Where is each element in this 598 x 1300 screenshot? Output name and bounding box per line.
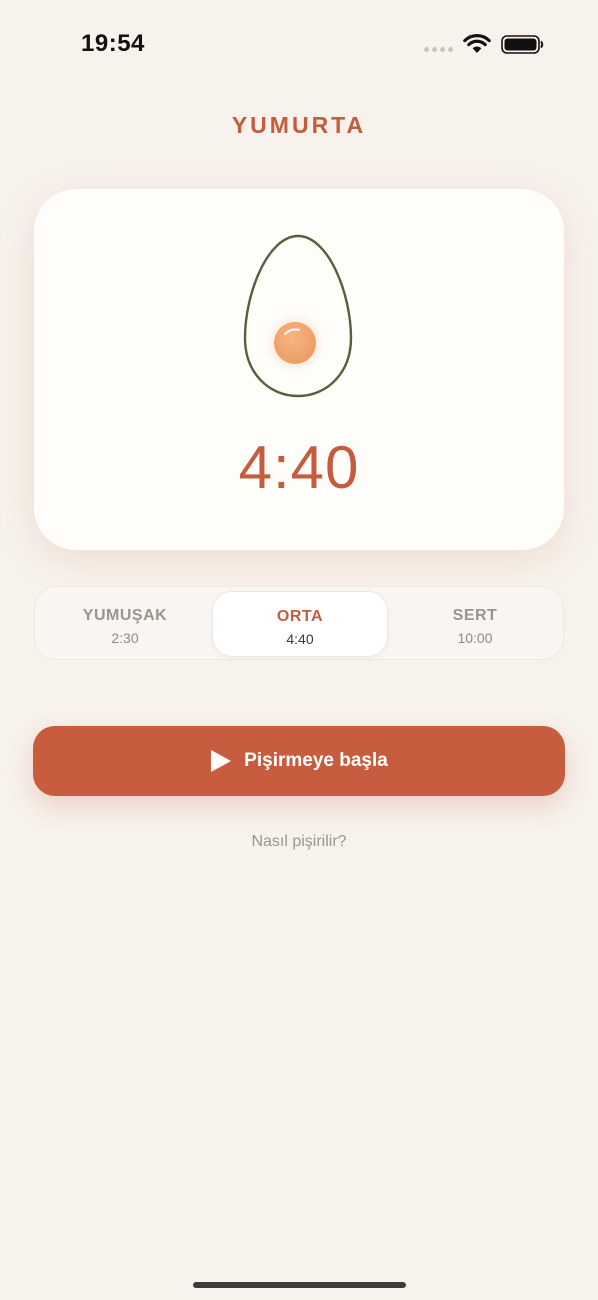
status-bar: 19:54 xyxy=(0,0,598,88)
timer-display: 4:40 xyxy=(238,434,360,501)
how-to-cook-link[interactable]: Nasıl pişirilir? xyxy=(0,833,598,851)
mode-soft-button[interactable]: YUMUŞAK 2:30 xyxy=(37,591,213,657)
wifi-icon xyxy=(463,34,491,53)
mode-time: 10:00 xyxy=(457,630,493,646)
mode-label: SERT xyxy=(452,607,498,624)
home-indicator[interactable] xyxy=(193,1282,406,1288)
start-cooking-label: Pişirmeye başla xyxy=(244,750,388,771)
status-time: 19:54 xyxy=(81,30,145,57)
timer-card: 4:40 xyxy=(34,189,564,550)
cellular-signal-icon xyxy=(424,47,453,52)
mode-time: 4:40 xyxy=(286,631,314,647)
egg-icon xyxy=(243,234,353,398)
page-title: YUMURTA xyxy=(231,112,367,138)
mode-time: 2:30 xyxy=(111,630,139,646)
mode-medium-button[interactable]: ORTA 4:40 xyxy=(212,591,388,657)
mode-hard-button[interactable]: SERT 10:00 xyxy=(387,591,563,657)
doneness-selector: YUMUŞAK 2:30 ORTA 4:40 SERT 10:00 xyxy=(34,586,564,660)
mode-label: YUMUŞAK xyxy=(82,607,168,624)
play-icon xyxy=(211,750,232,772)
mode-label: ORTA xyxy=(276,608,324,625)
battery-icon xyxy=(501,35,544,54)
start-cooking-button[interactable]: Pişirmeye başla xyxy=(33,726,565,796)
